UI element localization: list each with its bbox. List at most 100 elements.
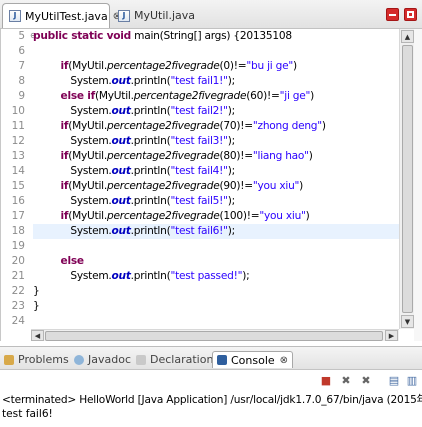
code-token: .println( (130, 270, 171, 282)
java-file-icon: J (9, 10, 21, 22)
code-token: "you xiu" (252, 180, 300, 192)
code-token: "test fail5!" (170, 195, 228, 207)
vertical-scrollbar[interactable]: ▲ ▼ (399, 29, 414, 329)
line-number: 12 (11, 135, 25, 147)
tab-problems[interactable]: Problems (4, 351, 69, 368)
java-file-icon: J (118, 9, 130, 22)
maximize-button[interactable] (404, 8, 417, 21)
code-token: else if (33, 90, 96, 102)
remove-launch-icon[interactable]: ✖ (340, 375, 352, 387)
code-token: if (33, 60, 69, 72)
tab-myutil-java[interactable]: J MyUtil.java (112, 3, 195, 28)
code-token: ); (227, 135, 235, 147)
code-line: } (33, 284, 40, 299)
line-number: 17 (11, 210, 25, 222)
code-line: System.out.println("test passed!"); (33, 269, 249, 284)
vertical-scroll-thumb[interactable] (402, 45, 413, 313)
code-token: out (111, 270, 131, 282)
code-token: System. (33, 165, 112, 177)
remove-all-icon[interactable]: ✖ (360, 375, 372, 387)
line-number: 19 (11, 240, 25, 252)
horizontal-scrollbar[interactable]: ◀ ▶ (31, 329, 399, 341)
code-token: out (111, 165, 131, 177)
console-output: test fail6! (2, 408, 53, 420)
code-line: else (33, 254, 85, 269)
code-editor[interactable]: 5 6 7 8 9 10 11 12 13 14 15 16 17 18 19 20 21 22 23 24 ⊖ pub… (0, 29, 422, 341)
code-token: System. (33, 75, 112, 87)
minimize-button[interactable] (386, 8, 399, 21)
code-token: System. (33, 135, 112, 147)
line-number: 16 (11, 195, 25, 207)
code-token: ) (310, 90, 315, 102)
clear-console-icon[interactable]: ▤ (388, 375, 400, 387)
code-token: "test fail2!" (170, 105, 228, 117)
code-token: if (33, 210, 69, 222)
code-token: (MyUtil. (68, 150, 107, 162)
scroll-right-icon[interactable]: ▶ (385, 330, 398, 341)
code-token: if (33, 150, 69, 162)
code-token: "you xiu" (259, 210, 306, 222)
line-number: 18 (11, 225, 25, 237)
code-token: } (33, 300, 40, 312)
tab-console[interactable]: Console ⊗ (212, 351, 294, 368)
code-token: "liang hao" (252, 150, 309, 162)
line-number: 22 (11, 285, 25, 297)
line-number: 6 (18, 45, 25, 57)
code-token: out (111, 195, 131, 207)
line-number: 9 (18, 90, 25, 102)
code-token: ) (305, 210, 310, 222)
terminate-icon[interactable]: ■ (320, 375, 332, 387)
scroll-left-icon[interactable]: ◀ (31, 330, 44, 341)
console-toolbar: ■ ✖ ✖ ▤ ▥ (0, 371, 422, 391)
line-number: 13 (11, 150, 25, 162)
tab-label: Declaration (150, 353, 214, 366)
code-token: out (111, 225, 131, 237)
close-icon[interactable]: ⊗ (280, 355, 288, 366)
scroll-up-icon[interactable]: ▲ (401, 30, 414, 43)
code-line: if(MyUtil.percentage2fivegrade(100)!="yo… (33, 209, 310, 224)
code-token: "test passed!" (170, 270, 243, 282)
line-number-gutter: 5 6 7 8 9 10 11 12 13 14 15 16 17 18 19 20 21 22 23 24 ⊖ (1, 29, 37, 329)
code-token: if (33, 120, 69, 132)
problems-icon (4, 354, 14, 365)
code-line: if(MyUtil.percentage2fivegrade(70)!="zho… (33, 119, 327, 134)
code-line: System.out.println("test fail2!"); (33, 104, 235, 119)
code-area[interactable]: public static void main(String[] args) {… (33, 29, 399, 329)
scroll-lock-icon[interactable]: ▥ (406, 375, 418, 387)
code-token: percentage2fivegrade (106, 210, 220, 222)
editor-tab-bar: J MyUtilTest.java ⊗ J MyUtil.java (0, 0, 422, 29)
code-line: if(MyUtil.percentage2fivegrade(80)!="lia… (33, 149, 313, 164)
code-token: .println( (130, 75, 171, 87)
code-line: System.out.println("test fail1!"); (33, 74, 235, 89)
code-token: System. (33, 225, 112, 237)
scroll-down-icon[interactable]: ▼ (401, 315, 414, 328)
tab-javadoc[interactable]: Javadoc (74, 351, 131, 368)
code-token: "test fail6!" (170, 225, 228, 237)
code-token: ); (227, 75, 235, 87)
line-number: 14 (11, 165, 25, 177)
tab-myutiltest-java[interactable]: J MyUtilTest.java ⊗ (2, 3, 121, 28)
code-token: "test fail3!" (170, 135, 228, 147)
code-token: "ji ge" (279, 90, 311, 102)
code-line: System.out.println("test fail6!"); (33, 224, 399, 239)
code-line: } (33, 299, 40, 314)
tab-label: MyUtilTest.java (25, 9, 108, 23)
code-token: (MyUtil. (68, 180, 107, 192)
code-line: else if(MyUtil.percentage2fivegrade(60)!… (33, 89, 315, 104)
line-number: 10 (11, 105, 25, 117)
code-token: percentage2fivegrade (106, 180, 220, 192)
tab-label: Console (231, 353, 275, 367)
code-token: (70)!= (219, 120, 254, 132)
line-number: 21 (11, 270, 25, 282)
tab-declaration[interactable]: Declaration (136, 351, 213, 368)
console-status: <terminated> HelloWorld [Java Applicatio… (2, 394, 422, 406)
code-token: System. (33, 270, 112, 282)
tab-label: Problems (18, 353, 69, 366)
horizontal-scroll-thumb[interactable] (45, 331, 383, 341)
line-number: 8 (18, 75, 25, 87)
code-token: (60)!= (246, 90, 280, 102)
code-token: "bu ji ge" (246, 60, 293, 72)
code-token: (MyUtil. (68, 120, 107, 132)
code-token: ) (321, 120, 326, 132)
overview-ruler (414, 29, 422, 341)
